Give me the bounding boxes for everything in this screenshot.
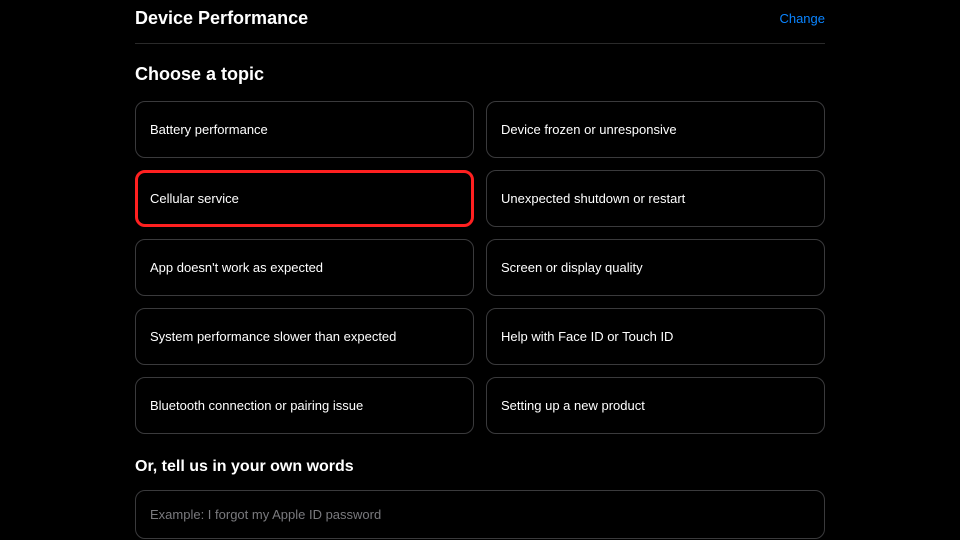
topic-face-id-touch-id[interactable]: Help with Face ID or Touch ID (486, 308, 825, 365)
header-row: Device Performance Change (135, 6, 825, 44)
topic-system-slow[interactable]: System performance slower than expected (135, 308, 474, 365)
topic-setup-new-product[interactable]: Setting up a new product (486, 377, 825, 434)
own-words-input[interactable] (135, 490, 825, 539)
change-link[interactable]: Change (779, 11, 825, 26)
topics-grid: Battery performance Device frozen or unr… (135, 101, 825, 434)
topic-unexpected-shutdown[interactable]: Unexpected shutdown or restart (486, 170, 825, 227)
topic-screen-quality[interactable]: Screen or display quality (486, 239, 825, 296)
topic-cellular-service[interactable]: Cellular service (135, 170, 474, 227)
page-title: Device Performance (135, 8, 308, 29)
section-title: Choose a topic (135, 64, 825, 85)
own-words-title: Or, tell us in your own words (135, 458, 825, 476)
topic-app-not-working[interactable]: App doesn't work as expected (135, 239, 474, 296)
topic-bluetooth-issue[interactable]: Bluetooth connection or pairing issue (135, 377, 474, 434)
topic-device-frozen[interactable]: Device frozen or unresponsive (486, 101, 825, 158)
topic-battery-performance[interactable]: Battery performance (135, 101, 474, 158)
